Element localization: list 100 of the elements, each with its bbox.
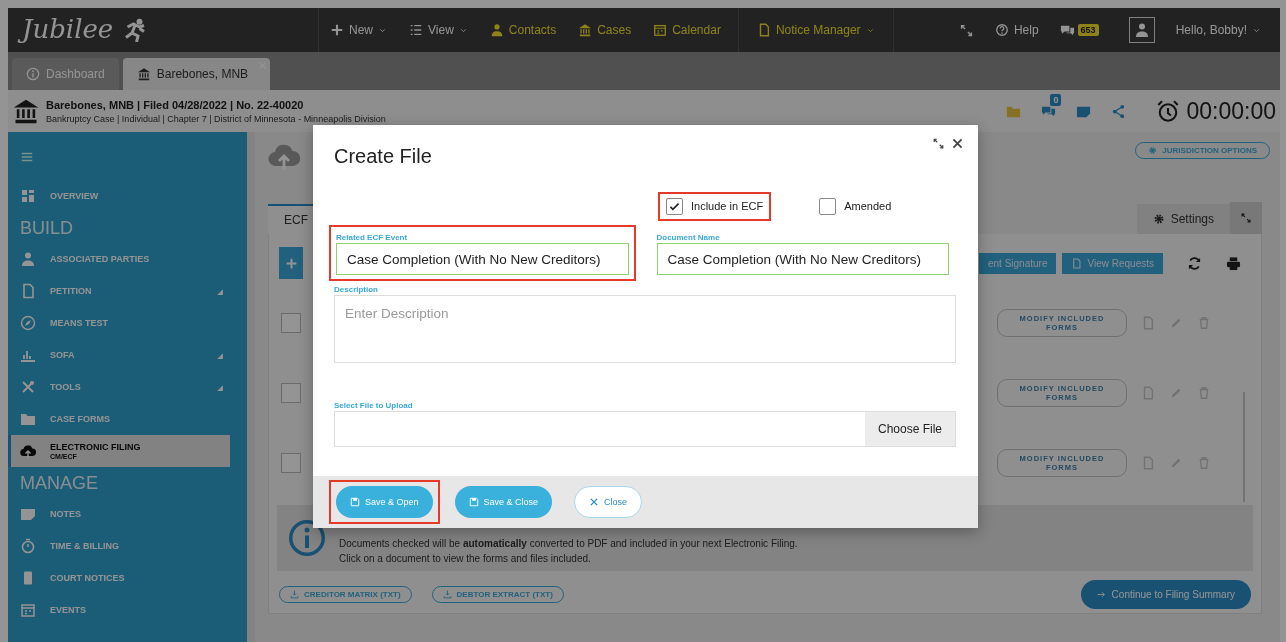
expand-icon	[1240, 212, 1252, 224]
row-checkbox[interactable]	[281, 313, 301, 333]
calendar-icon	[653, 23, 668, 37]
message-count-badge: 0	[1050, 93, 1062, 106]
card-tab[interactable]: Settings	[1136, 204, 1230, 234]
trash-icon[interactable]	[1197, 456, 1211, 470]
row-checkbox[interactable]	[281, 453, 301, 473]
document-icon[interactable]	[1141, 386, 1155, 400]
file-field[interactable]: Choose File	[334, 411, 956, 447]
sidebar-item[interactable]: CASE FORMS	[8, 403, 230, 435]
pencil-icon[interactable]	[1169, 386, 1183, 400]
text-field[interactable]: Case Completion (With No New Creditors)	[656, 243, 949, 275]
case-title: Barebones, MNB | Filed 04/28/2022 | No. 22-40020	[46, 98, 305, 111]
add-button[interactable]	[279, 247, 303, 279]
nav-menu-item[interactable]: Contacts	[478, 8, 568, 52]
note-icon	[20, 506, 36, 522]
sidebar-item[interactable]: MEANS TEST	[8, 307, 230, 339]
sidebar-heading: MANAGE	[19, 473, 99, 494]
timer[interactable]: 00:00:00	[1156, 97, 1276, 125]
user-menu[interactable]: Hello, Bobby!	[1164, 8, 1272, 52]
description-field[interactable]: Enter Description	[334, 295, 956, 363]
info-icon	[287, 518, 327, 558]
dialog-title: Create File	[334, 145, 432, 168]
nav-menu-item[interactable]: View	[398, 8, 479, 52]
checkbox[interactable]	[666, 197, 683, 215]
toolbar-button[interactable]: ent Signature	[978, 252, 1057, 274]
case-tab[interactable]: Dashboard	[12, 58, 119, 90]
save-button[interactable]: Save & Open	[336, 486, 433, 518]
fullscreen-icon[interactable]	[958, 22, 974, 38]
expand-button[interactable]	[1230, 202, 1262, 234]
person-icon	[489, 23, 504, 37]
choose-file-button[interactable]: Choose File	[865, 412, 955, 446]
gear-icon	[1152, 213, 1165, 225]
checkbox-option[interactable]: Amended	[811, 191, 900, 221]
close-button[interactable]: Close	[574, 486, 643, 518]
field-label: Related ECF Event	[336, 233, 409, 242]
sidebar-item[interactable]: PETITION	[8, 275, 230, 307]
trash-icon[interactable]	[1197, 316, 1211, 330]
cloud-upload-icon	[20, 443, 36, 459]
help-link[interactable]: Help	[983, 8, 1050, 52]
sidebar-item[interactable]: TIME & BILLING	[8, 530, 230, 562]
download-icon	[290, 589, 299, 599]
download-icon	[442, 589, 452, 599]
trash-icon[interactable]	[1197, 386, 1211, 400]
nav-menu-item[interactable]: Calendar	[642, 8, 732, 52]
toolbar-button[interactable]: View Requests	[1062, 252, 1163, 274]
save-icon	[350, 497, 360, 507]
share-icon[interactable]	[1111, 103, 1127, 119]
plus-icon	[284, 256, 298, 270]
case-tab[interactable]: Barebones, MNB	[122, 58, 271, 90]
sidebar-item[interactable]: SOFA	[8, 339, 230, 371]
folder-icon	[20, 411, 36, 427]
nav-menu-item[interactable]: Cases	[567, 8, 643, 52]
sidebar-item[interactable]: OVERVIEW	[8, 180, 230, 212]
continue-button[interactable]: Continue to Filing Summary	[1080, 579, 1251, 609]
row-checkbox[interactable]	[281, 383, 301, 403]
info-text: Click on a document to view the forms and files included.	[339, 552, 592, 566]
expand-icon[interactable]	[932, 137, 945, 150]
alarm-clock-icon	[1156, 99, 1181, 123]
sidebar-item[interactable]: NOTES	[8, 498, 230, 530]
print-icon[interactable]	[1226, 255, 1241, 271]
user-avatar[interactable]	[1128, 17, 1155, 43]
document-icon	[20, 283, 36, 299]
pencil-icon[interactable]	[1169, 456, 1183, 470]
bank-icon	[578, 23, 593, 37]
help-icon	[994, 23, 1009, 37]
document-icon[interactable]	[1141, 316, 1155, 330]
sidebar-item[interactable]: ASSOCIATED PARTIES	[8, 243, 230, 275]
text-field[interactable]: Case Completion (With No New Creditors)	[336, 243, 629, 275]
close-icon	[589, 497, 600, 507]
field-label: Select File to Upload	[334, 401, 414, 410]
field-label: Description	[334, 285, 379, 294]
bank-icon	[136, 67, 151, 81]
info-text: Documents checked will be automatically converted to PDF and included in your next Electronic Filing.	[339, 537, 798, 551]
sidebar-item[interactable]: TOOLS	[8, 371, 230, 403]
message-count-badge: 653	[1077, 24, 1099, 36]
document-icon	[1071, 257, 1083, 269]
save-button[interactable]: Save & Close	[454, 486, 553, 518]
close-icon[interactable]	[951, 137, 964, 150]
tools-icon	[20, 379, 36, 395]
sidebar-item[interactable]: EVENTS	[8, 594, 230, 626]
refresh-icon[interactable]	[1187, 255, 1202, 271]
checkbox-option[interactable]: Include in ECF	[658, 191, 772, 221]
nav-menu-item[interactable]: New	[319, 8, 398, 52]
pencil-icon[interactable]	[1169, 316, 1183, 330]
document-icon[interactable]	[1141, 456, 1155, 470]
save-icon	[468, 497, 479, 507]
menu-icon[interactable]	[20, 150, 34, 164]
calendar-icon	[20, 602, 36, 618]
checkbox[interactable]	[819, 197, 837, 215]
person-icon	[20, 251, 36, 267]
field-label: Document Name	[656, 233, 721, 242]
person-icon	[1133, 22, 1150, 38]
runner-icon	[123, 18, 148, 42]
bank-icon	[12, 97, 40, 125]
arrow-icon	[1096, 589, 1106, 599]
sidebar-item[interactable]: COURT NOTICES	[8, 562, 230, 594]
stopwatch-icon	[20, 538, 36, 554]
compass-icon	[20, 315, 36, 331]
dashboard-icon	[20, 188, 36, 204]
